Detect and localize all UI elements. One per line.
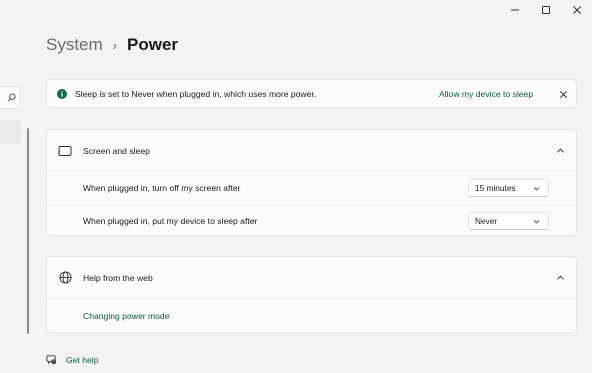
dismiss-info-button[interactable] (558, 89, 568, 99)
screen-off-row: When plugged in, turn off my screen afte… (47, 172, 576, 204)
globe-icon (58, 271, 72, 285)
screen-off-value: 15 minutes (475, 183, 516, 193)
changing-power-mode-link[interactable]: Changing power mode (83, 311, 169, 321)
info-message: Sleep is set to Never when plugged in, w… (75, 88, 317, 99)
breadcrumb-separator: › (112, 37, 118, 53)
get-help-link[interactable]: ? Get help (46, 354, 99, 365)
sleep-label: When plugged in, put my device to sleep … (83, 215, 258, 226)
minimize-icon (510, 9, 519, 11)
sleep-value: Never (475, 215, 498, 226)
svg-text:?: ? (53, 360, 55, 364)
chevron-up-icon[interactable] (555, 273, 565, 283)
close-icon (572, 6, 581, 14)
scrollbar[interactable] (27, 128, 29, 334)
chevron-down-icon (533, 219, 540, 223)
window-controls (499, 0, 592, 20)
help-from-web-header[interactable]: Help from the web (47, 257, 576, 299)
minimize-button[interactable] (499, 0, 530, 20)
screen-off-dropdown[interactable]: 15 minutes (468, 179, 549, 197)
maximize-icon (541, 6, 550, 14)
screen-and-sleep-section: Screen and sleep When plugged in, turn o… (46, 129, 577, 236)
info-icon (57, 88, 67, 99)
chevron-down-icon (533, 187, 540, 191)
close-icon (559, 90, 567, 98)
page-title: Power (127, 35, 179, 54)
section-title: Help from the web (83, 272, 153, 283)
chevron-up-icon[interactable] (555, 146, 565, 156)
help-from-web-section: Help from the web Changing power mode (46, 256, 577, 333)
breadcrumb: System › Power (46, 35, 178, 55)
screen-off-label: When plugged in, turn off my screen afte… (83, 183, 241, 193)
get-help-label: Get help (66, 354, 99, 365)
get-help-icon: ? (46, 354, 57, 365)
nav-item-selected[interactable] (0, 120, 21, 144)
allow-sleep-link[interactable]: Allow my device to sleep (439, 89, 533, 99)
help-link-row: Changing power mode (47, 299, 576, 333)
search-box[interactable] (0, 86, 21, 109)
screen-and-sleep-header[interactable]: Screen and sleep (47, 130, 576, 172)
maximize-button[interactable] (530, 0, 561, 20)
close-window-button[interactable] (561, 0, 592, 20)
search-icon (7, 93, 16, 102)
sleep-row: When plugged in, put my device to sleep … (47, 204, 576, 236)
screen-sleep-icon (58, 144, 72, 158)
breadcrumb-system[interactable]: System (46, 35, 103, 55)
sleep-info-bar: Sleep is set to Never when plugged in, w… (46, 79, 577, 108)
navigation-pane (0, 0, 22, 373)
sleep-dropdown[interactable]: Never (468, 211, 549, 230)
section-title: Screen and sleep (83, 145, 150, 156)
